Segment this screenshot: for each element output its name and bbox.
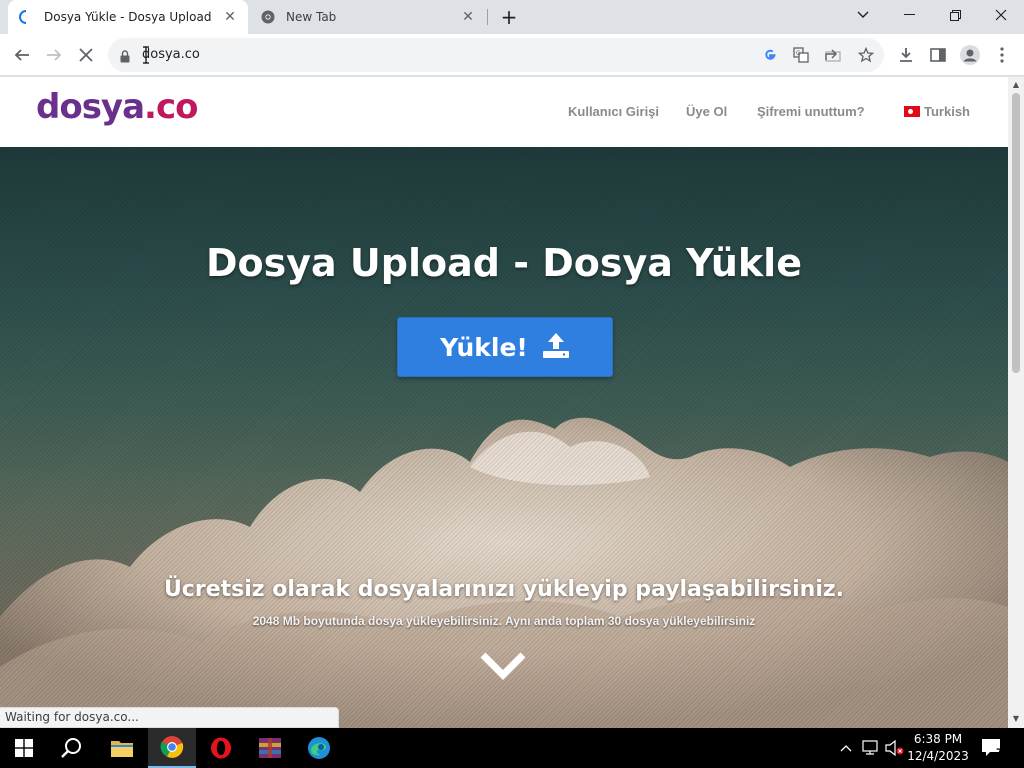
close-window-button[interactable] [978,0,1024,30]
lock-icon[interactable] [120,48,130,67]
tab-search-icon[interactable] [840,0,886,30]
tab-close-icon[interactable]: ✕ [222,9,238,25]
language-label: Turkish [924,104,970,119]
profile-avatar-icon[interactable] [958,43,982,67]
hero-section: Dosya Upload - Dosya Yükle Yükle! Ücrets… [0,147,1008,728]
share-icon[interactable] [824,46,842,64]
nav-forgot-password-link[interactable]: Şifremi unuttum? [757,104,865,119]
network-icon[interactable] [860,728,882,768]
hero-detail: 2048 Mb boyutunda dosya yükleyebilirsini… [252,614,756,628]
logo-text: dosya [36,87,145,127]
windows-taskbar: 6:38 PM 12/4/2023 7 [0,728,1024,768]
downloads-icon[interactable] [894,43,918,67]
tab-strip: Dosya Yükle - Dosya Upload ✕ New Tab ✕ + [0,0,1024,34]
file-explorer-icon[interactable] [98,728,146,768]
tab-title: Dosya Yükle - Dosya Upload [44,10,212,24]
upload-button-label: Yükle! [440,332,528,362]
web-page: dosya.co Kullanıcı Girişi Üye Ol Şifremi… [0,77,1008,728]
side-panel-icon[interactable] [926,43,950,67]
google-lens-icon[interactable] [761,46,779,64]
winrar-icon[interactable] [246,728,294,768]
minimize-button[interactable] [886,0,932,30]
scrollbar-thumb[interactable] [1012,93,1020,373]
taskbar-clock[interactable]: 6:38 PM 12/4/2023 [905,731,971,765]
windows-start-icon[interactable] [0,728,48,768]
menu-kebab-icon[interactable] [990,43,1014,67]
new-tab-button[interactable]: + [498,6,520,28]
language-selector[interactable]: Turkish [904,104,970,119]
nav-register-link[interactable]: Üye Ol [686,104,727,119]
status-bubble: Waiting for dosya.co... [0,707,339,728]
nav-login-link[interactable]: Kullanıcı Girişi [568,104,659,119]
clock-time: 6:38 PM [913,732,963,746]
tray-chevron-up-icon[interactable] [834,728,858,768]
forward-button[interactable] [42,43,66,67]
chrome-icon [260,9,276,25]
restore-button[interactable] [932,0,978,30]
notification-center-icon[interactable]: 7 [978,728,1008,768]
edge-icon[interactable] [295,728,343,768]
upload-button[interactable]: Yükle! [397,317,613,377]
scroll-down-arrow-icon[interactable]: ▼ [1012,715,1020,723]
site-logo[interactable]: dosya.co [36,87,198,127]
upload-icon [542,332,570,362]
loading-spinner-icon [18,9,34,25]
chrome-taskbar-icon[interactable] [148,728,196,768]
logo-tld: .co [144,87,198,127]
browser-toolbar: dosya.co G [0,34,1024,76]
scroll-down-chevron-icon[interactable] [479,649,527,681]
text-cursor-icon [141,46,151,64]
turkey-flag-icon [904,106,920,117]
tab-separator [487,9,488,25]
search-icon[interactable] [48,728,96,768]
clock-date: 12/4/2023 [907,749,969,763]
tab-close-icon[interactable]: ✕ [460,9,476,25]
hero-subtitle: Ücretsiz olarak dosyalarınızı yükleyip p… [163,577,845,602]
bookmark-star-icon[interactable] [857,46,875,64]
back-button[interactable] [10,43,34,67]
hero-title: Dosya Upload - Dosya Yükle [206,241,802,285]
stripe-overlay [0,147,1008,728]
tab-new-tab[interactable]: New Tab ✕ [250,0,486,34]
tab-dosya[interactable]: Dosya Yükle - Dosya Upload ✕ [8,0,248,34]
address-bar[interactable]: dosya.co G [108,38,884,72]
tab-title: New Tab [286,10,337,24]
stop-loading-button[interactable] [74,43,98,67]
notification-count: 7 [996,748,1002,758]
translate-icon[interactable]: G [792,46,810,64]
scroll-up-arrow-icon[interactable]: ▲ [1012,81,1020,89]
site-header: dosya.co Kullanıcı Girişi Üye Ol Şifremi… [0,77,1008,147]
svg-text:G: G [796,50,801,57]
volume-muted-icon[interactable] [884,728,906,768]
opera-icon[interactable] [197,728,245,768]
page-scrollbar[interactable]: ▲ ▼ [1008,77,1024,728]
